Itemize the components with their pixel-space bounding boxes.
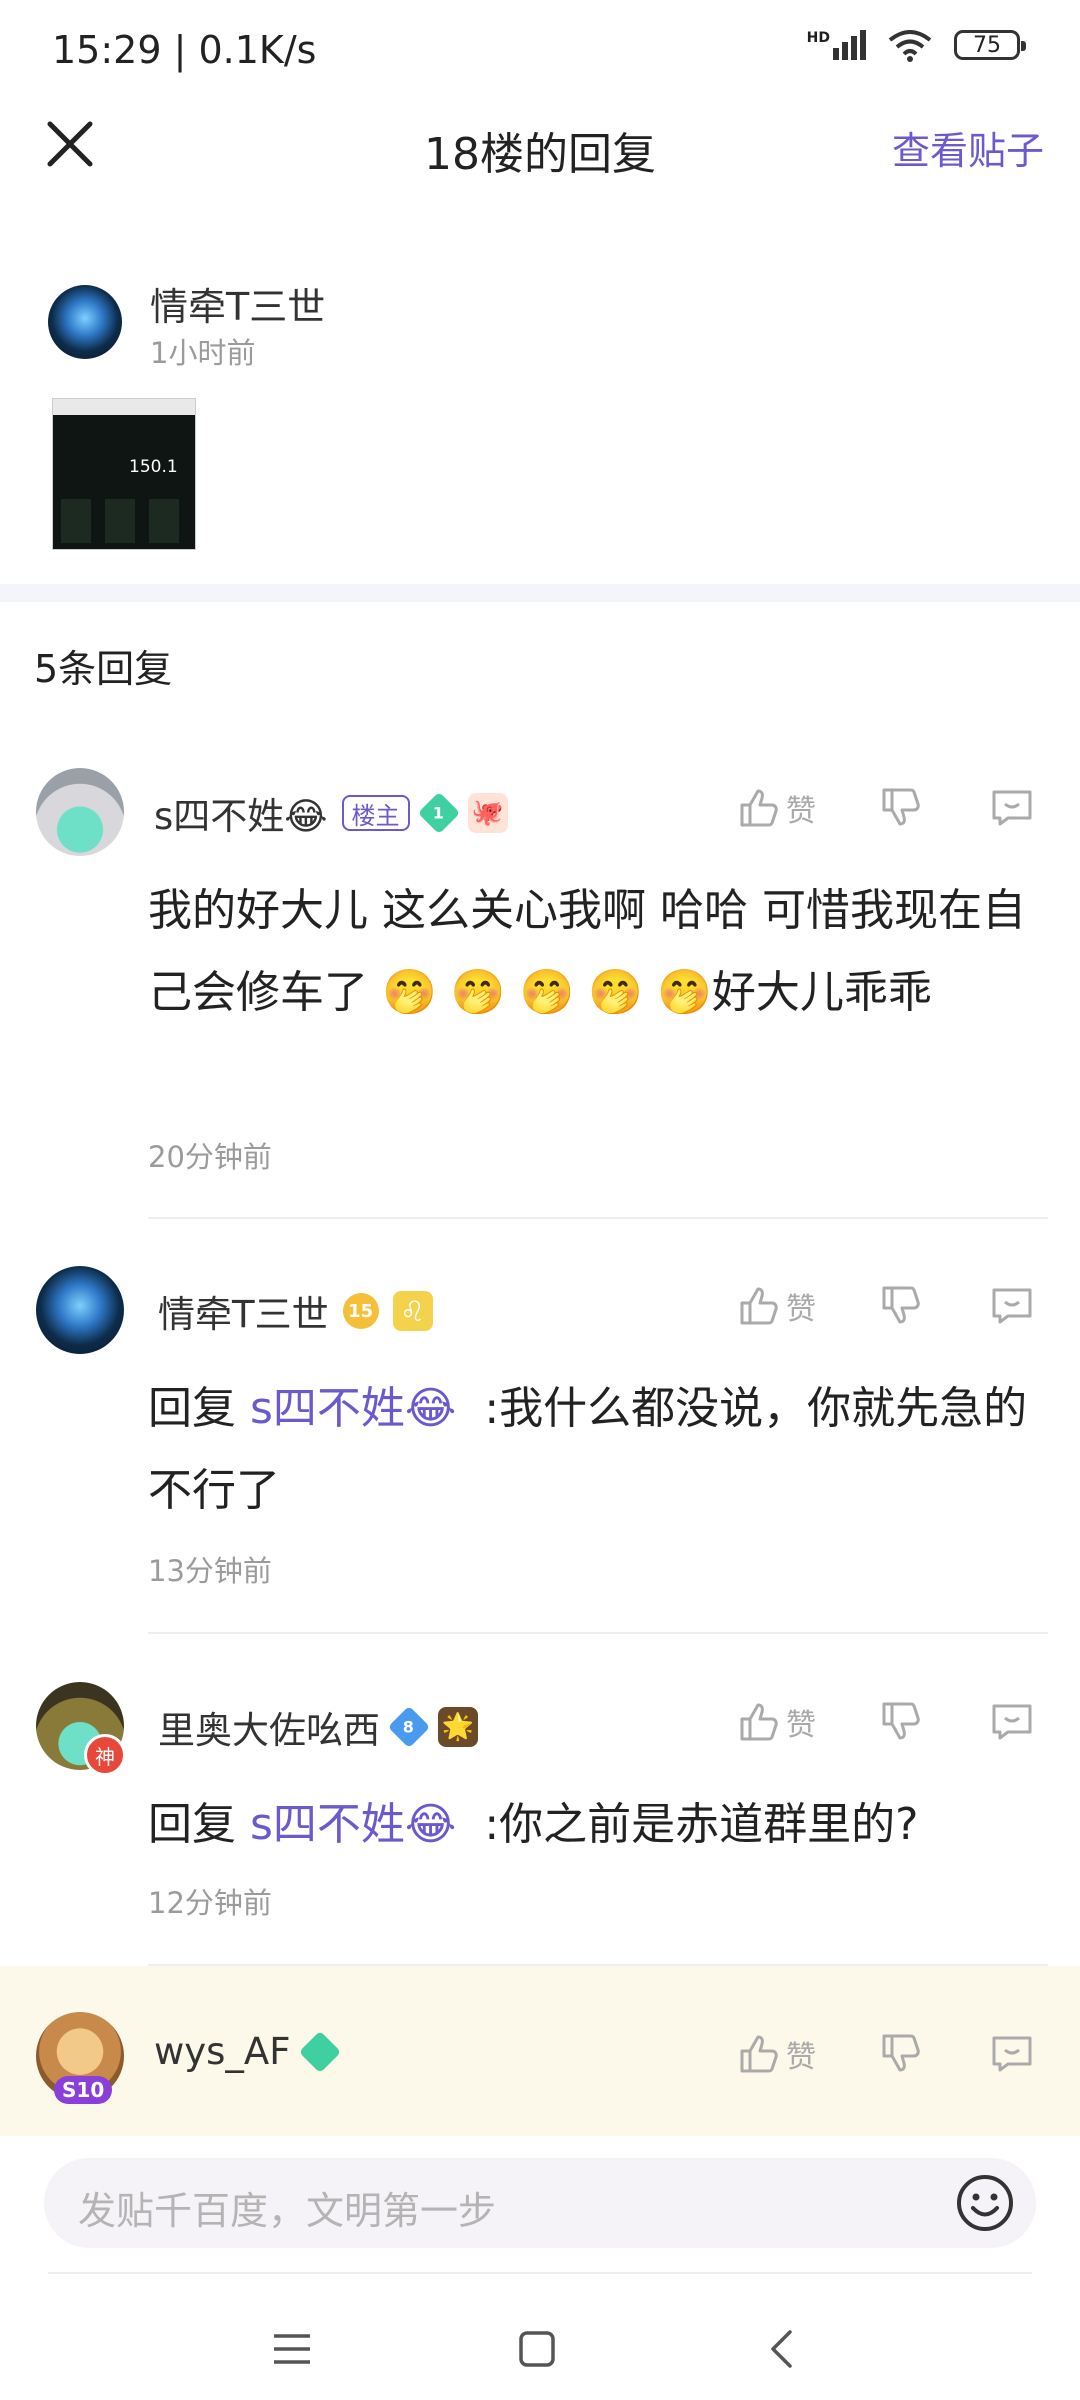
op-badge: 楼主 — [341, 795, 410, 831]
reply-input-placeholder: 发贴千百度，文明第一步 — [78, 2189, 497, 2233]
menu-icon[interactable] — [272, 2332, 312, 2366]
thumbs-up-icon — [740, 789, 778, 827]
view-post-link[interactable]: 查看贴子 — [892, 120, 1044, 175]
reply-header: 情牵T三世 15 ♌ — [158, 1284, 433, 1338]
level-badge: 15 — [342, 1293, 379, 1329]
like-label: 赞 — [786, 1708, 816, 1743]
reply-content: 回复 s四不姓😂 :你之前是赤道群里的? — [148, 1784, 1028, 1866]
like-button[interactable]: 赞 — [738, 2032, 816, 2076]
like-label: 赞 — [786, 794, 816, 829]
status-time: 15:29 | 0.1K/s — [52, 28, 317, 72]
avatar-badge: S10 — [54, 2076, 113, 2104]
status-icons: HD 75 — [807, 28, 1026, 62]
wifi-icon — [888, 30, 932, 62]
reply-prefix: 回复 — [148, 1383, 236, 1434]
reply-timestamp: 20分钟前 — [148, 1140, 272, 1174]
op-timestamp: 1小时前 — [150, 336, 256, 370]
reply-divider — [148, 1217, 1048, 1219]
like-label: 赞 — [786, 1292, 816, 1327]
reply-avatar[interactable] — [36, 1266, 124, 1354]
reply-author-name[interactable]: 里奥大佐吆西 — [158, 1700, 380, 1754]
reply-header: wys_AF — [154, 2030, 341, 2073]
reply-content: 回复 s四不姓😂 :我什么都没说，你就先急的不行了 — [148, 1368, 1028, 1532]
avatar-badge: 神 — [84, 1734, 126, 1776]
level-badge — [298, 2030, 341, 2073]
thumbs-down-icon[interactable] — [880, 2032, 922, 2074]
home-icon[interactable] — [518, 2330, 556, 2368]
reply-timestamp: 12分钟前 — [148, 1886, 272, 1920]
thumbnail-value: 150.1 — [129, 457, 178, 477]
like-label: 赞 — [786, 2040, 816, 2075]
thumbs-down-icon[interactable] — [880, 1700, 922, 1742]
battery-icon: 75 — [954, 30, 1026, 60]
battery-level: 75 — [973, 32, 1001, 58]
thumbs-up-icon — [740, 1703, 778, 1741]
reply-avatar[interactable] — [36, 768, 124, 856]
zodiac-badge-icon: ♌ — [392, 1291, 433, 1331]
network-type-label: HD — [806, 30, 830, 46]
section-divider — [0, 584, 1080, 602]
like-button[interactable]: 赞 — [738, 1700, 816, 1744]
reply-count: 5条回复 — [34, 647, 173, 691]
system-nav-bar — [0, 2290, 1080, 2400]
op-author-name[interactable]: 情牵T三世 — [150, 276, 325, 331]
fan-badge-icon: 🐙 — [467, 793, 508, 833]
reply-timestamp: 13分钟前 — [148, 1554, 272, 1588]
reply-text: :你之前是赤道群里的? — [484, 1799, 919, 1850]
signal-icon: HD — [807, 30, 866, 60]
reply-header: s四不姓😂 楼主 1 🐙 — [154, 786, 508, 840]
reply-header: 里奥大佐吆西 8 🌟 — [158, 1700, 478, 1754]
thumbs-up-icon — [740, 1287, 778, 1325]
nav-divider — [48, 2272, 1032, 2274]
status-bar: 15:29 | 0.1K/s HD 75 — [0, 0, 1080, 100]
reply-author-name[interactable]: 情牵T三世 — [158, 1284, 329, 1338]
back-icon[interactable] — [768, 2328, 794, 2370]
mention-link[interactable]: s四不姓😂 — [250, 1383, 456, 1434]
close-icon[interactable] — [44, 118, 96, 170]
comment-icon[interactable] — [990, 786, 1034, 828]
thumbs-down-icon[interactable] — [880, 786, 922, 828]
like-button[interactable]: 赞 — [738, 786, 816, 830]
comment-icon[interactable] — [990, 1284, 1034, 1326]
reply-divider — [148, 1632, 1048, 1634]
thumbs-up-icon — [740, 2035, 778, 2073]
medal-badge-icon: 🌟 — [438, 1707, 478, 1747]
thumbs-down-icon[interactable] — [880, 1284, 922, 1326]
level-badge: 1 — [417, 791, 460, 835]
mention-link[interactable]: s四不姓😂 — [250, 1799, 456, 1850]
post-image-thumbnail[interactable]: 150.1 — [52, 398, 196, 550]
level-badge: 8 — [387, 1705, 431, 1749]
reply-author-name[interactable]: wys_AF — [154, 2030, 291, 2073]
like-button[interactable]: 赞 — [738, 1284, 816, 1328]
comment-icon[interactable] — [990, 2032, 1034, 2074]
reply-prefix: 回复 — [148, 1799, 236, 1850]
reply-author-name[interactable]: s四不姓😂 — [154, 786, 328, 840]
comment-icon[interactable] — [990, 1700, 1034, 1742]
emoji-icon[interactable] — [955, 2173, 1015, 2233]
reply-content: 我的好大儿 这么关心我啊 哈哈 可惜我现在自己会修车了 🤭 🤭 🤭 🤭 🤭好大儿… — [148, 885, 1026, 1018]
op-avatar[interactable] — [48, 285, 122, 359]
